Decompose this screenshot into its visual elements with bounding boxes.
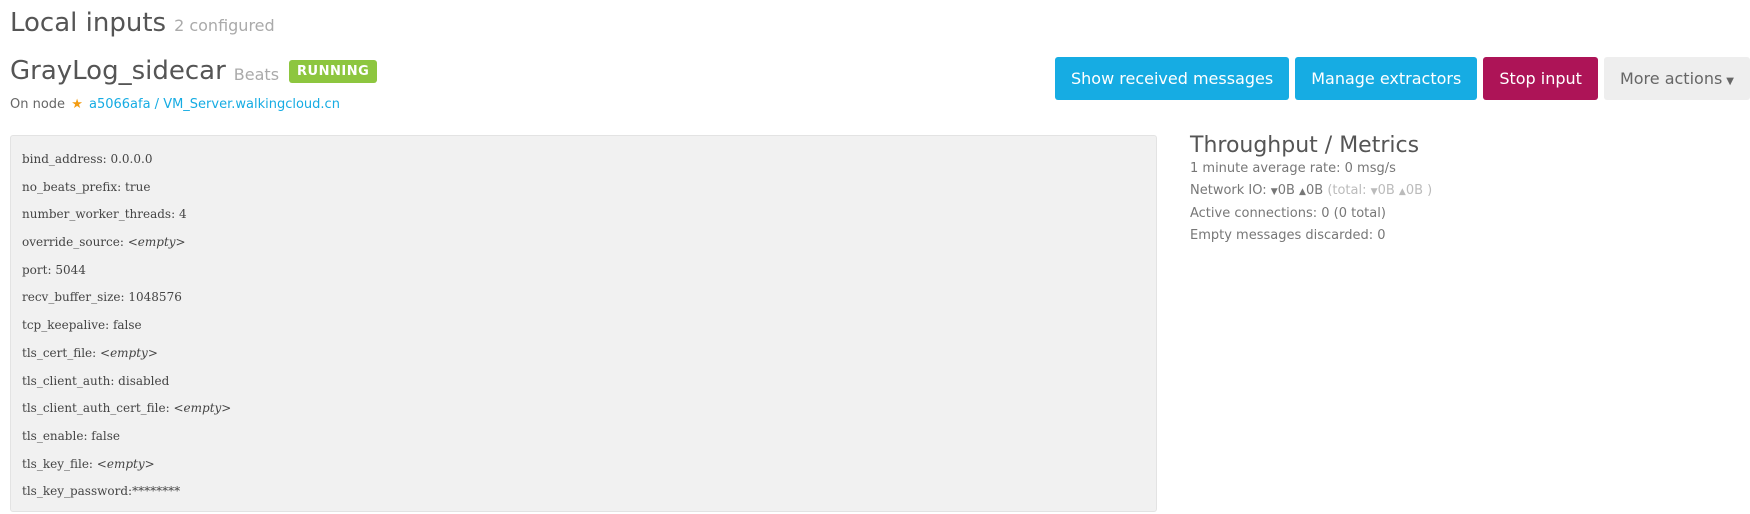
config-value: ******** bbox=[132, 484, 181, 499]
config-key: tls_key_file bbox=[22, 456, 89, 471]
net-out: 0B bbox=[1305, 183, 1324, 198]
input-configuration: bind_address: 0.0.0.0 no_beats_prefix: tr… bbox=[10, 135, 1157, 512]
config-key: tls_cert_file bbox=[22, 345, 93, 360]
config-key: tls_enable bbox=[22, 428, 84, 443]
input-actions: Show received messages Manage extractors… bbox=[1055, 57, 1750, 100]
config-row: bind_address: 0.0.0.0 bbox=[22, 146, 1145, 174]
page-title-text: Local inputs bbox=[10, 8, 167, 38]
show-received-messages-button[interactable]: Show received messages bbox=[1055, 57, 1290, 100]
manage-extractors-button[interactable]: Manage extractors bbox=[1295, 57, 1478, 100]
total-close: ) bbox=[1427, 183, 1433, 198]
config-value: true bbox=[125, 179, 151, 194]
config-value: false bbox=[112, 318, 142, 333]
config-value: <empty> bbox=[96, 456, 155, 471]
arrow-up-icon: ▲ bbox=[1398, 187, 1406, 197]
config-row: tcp_keepalive: false bbox=[22, 312, 1145, 340]
config-row: number_worker_threads: 4 bbox=[22, 201, 1145, 229]
caret-down-icon: ▼ bbox=[1726, 76, 1734, 87]
config-key: number_worker_threads bbox=[22, 207, 172, 222]
average-rate: 1 minute average rate: 0 msg/s bbox=[1190, 161, 1396, 176]
config-separator: : bbox=[119, 235, 128, 250]
network-io-label: Network IO: bbox=[1190, 183, 1267, 198]
config-row: tls_cert_file: <empty> bbox=[22, 340, 1145, 368]
config-key: bind_address bbox=[22, 152, 103, 166]
empty-messages-discarded: Empty messages discarded: 0 bbox=[1190, 228, 1386, 243]
more-actions-label: More actions bbox=[1619, 69, 1723, 88]
throughput-metrics: Throughput / Metrics 1 minute average ra… bbox=[1190, 133, 1432, 247]
config-row: tls_key_file: <empty> bbox=[22, 451, 1145, 479]
config-value: <empty> bbox=[173, 401, 232, 416]
metrics-title: Throughput / Metrics bbox=[1190, 133, 1420, 158]
node-info: On node ★ a5066afa / VM_Server.walkingcl… bbox=[10, 97, 340, 112]
config-value: disabled bbox=[118, 373, 170, 388]
network-total: (total: ▼0B ▲0B ) bbox=[1327, 183, 1432, 198]
config-separator: : bbox=[105, 318, 113, 333]
config-key: override_source bbox=[22, 235, 120, 250]
config-separator: : bbox=[88, 456, 97, 471]
total-label: (total: bbox=[1327, 183, 1367, 198]
config-key: tls_client_auth bbox=[22, 373, 111, 388]
config-row: tls_key_password:******** bbox=[22, 478, 1145, 506]
config-row: tls_client_auth: disabled bbox=[22, 368, 1145, 396]
config-key: recv_buffer_size bbox=[22, 290, 121, 305]
config-value: 0.0.0.0 bbox=[110, 152, 153, 166]
input-header: GrayLog_sidecar Beats RUNNING bbox=[10, 56, 378, 86]
arrow-down-icon: ▼ bbox=[1270, 187, 1278, 197]
active-connections: Active connections: 0 (0 total) bbox=[1190, 206, 1386, 221]
config-row: recv_buffer_size: 1048576 bbox=[22, 284, 1145, 312]
config-row: override_source: <empty> bbox=[22, 229, 1145, 257]
config-value: 1048576 bbox=[128, 290, 182, 305]
more-actions-button[interactable]: More actions ▼ bbox=[1603, 57, 1750, 100]
star-icon: ★ bbox=[71, 97, 83, 112]
config-key: tcp_keepalive bbox=[22, 318, 106, 333]
config-separator: : bbox=[117, 179, 126, 194]
arrow-down-icon: ▼ bbox=[1370, 187, 1378, 197]
config-key: tls_client_auth_cert_file bbox=[22, 401, 166, 416]
node-prefix: On node bbox=[10, 97, 66, 112]
config-row: port: 5044 bbox=[22, 257, 1145, 285]
network-io: Network IO: ▼0B ▲0B (total: ▼0B ▲0B ) bbox=[1190, 180, 1432, 203]
config-row: tls_enable: false bbox=[22, 423, 1145, 451]
arrow-up-icon: ▲ bbox=[1299, 187, 1306, 197]
config-row: tls_client_auth_cert_file: <empty> bbox=[22, 395, 1145, 423]
config-separator: : bbox=[92, 345, 101, 360]
total-out: 0B bbox=[1405, 183, 1424, 198]
total-in: 0B bbox=[1377, 183, 1395, 198]
configured-count: 2 configured bbox=[174, 16, 275, 35]
node-link[interactable]: a5066afa / VM_Server.walkingcloud.cn bbox=[89, 97, 340, 112]
config-value: false bbox=[91, 428, 120, 443]
input-type: Beats bbox=[233, 64, 280, 84]
config-key: port bbox=[22, 262, 48, 277]
page-title: Local inputs 2 configured bbox=[10, 8, 275, 38]
config-key: tls_key_password bbox=[22, 484, 129, 499]
config-row: no_beats_prefix: true bbox=[22, 174, 1145, 202]
stop-input-button[interactable]: Stop input bbox=[1483, 57, 1598, 100]
config-value: 5044 bbox=[55, 262, 86, 277]
config-separator: : bbox=[110, 373, 119, 388]
status-badge: RUNNING bbox=[289, 59, 378, 83]
net-in: 0B bbox=[1277, 183, 1295, 198]
input-name: GrayLog_sidecar bbox=[10, 56, 226, 86]
config-value: <empty> bbox=[100, 345, 158, 360]
config-value: 4 bbox=[178, 207, 187, 222]
config-value: <empty> bbox=[127, 235, 186, 250]
config-key: no_beats_prefix bbox=[22, 179, 118, 194]
config-separator: : bbox=[171, 207, 179, 222]
